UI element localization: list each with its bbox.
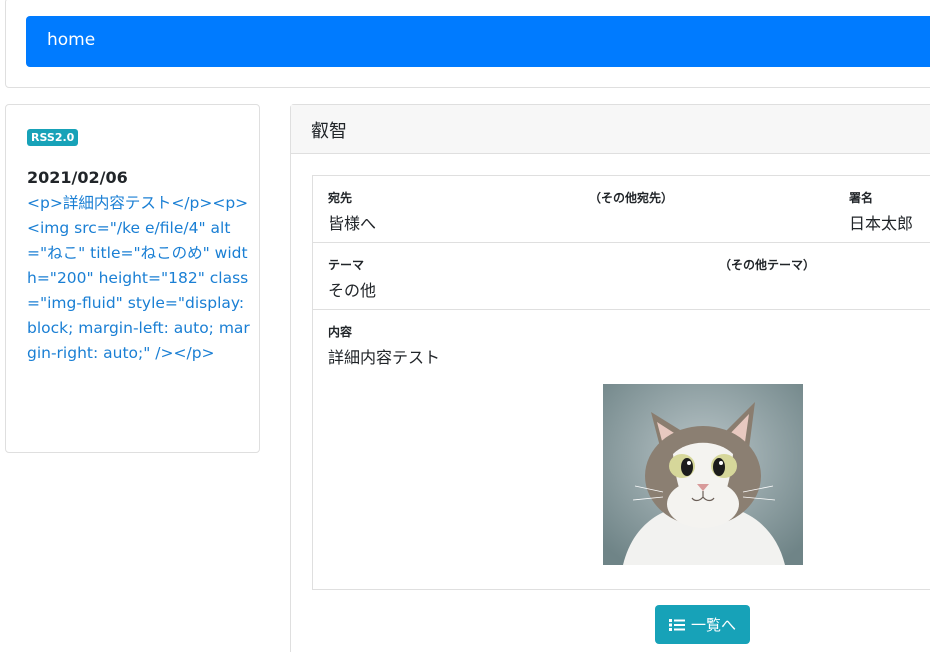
- detail-card-header: 叡智: [291, 105, 930, 154]
- detail-row-recipient: 宛先 皆様へ （その他宛先） 署名 日本太郎: [313, 176, 930, 243]
- content-label: 内容: [328, 325, 353, 339]
- detail-row-theme: テーマ その他 （その他テーマ）: [313, 243, 930, 310]
- nav-home-link[interactable]: home: [47, 30, 95, 50]
- other-to-label: （その他宛先）: [589, 191, 674, 205]
- cat-image: [603, 384, 803, 565]
- detail-row-content: 内容 詳細内容テスト: [313, 310, 930, 590]
- theme-label: テーマ: [328, 258, 365, 272]
- content-value: 詳細内容テスト: [328, 348, 441, 367]
- detail-card: 叡智 宛先 皆様へ （その他宛先） 署名 日本太郎 テーマ その他 （その他テー…: [290, 104, 930, 652]
- other-theme-label: （その他テーマ）: [719, 258, 816, 272]
- back-to-list-label: 一覧へ: [690, 616, 736, 634]
- to-label: 宛先: [328, 191, 353, 205]
- nav-bar: home: [26, 16, 930, 67]
- detail-table: 宛先 皆様へ （その他宛先） 署名 日本太郎 テーマ その他 （その他テーマ） …: [312, 175, 930, 590]
- to-value: 皆様へ: [328, 214, 377, 233]
- rss-entry-text: <p>詳細内容テスト</p><p><img src="/ke e/file/4"…: [27, 191, 252, 366]
- rss-entry-link[interactable]: <p>詳細内容テスト</p><p><img src="/ke e/file/4"…: [27, 194, 250, 362]
- sign-value: 日本太郎: [849, 214, 914, 233]
- rss-badge[interactable]: RSS2.0: [27, 129, 79, 146]
- cat-picture: [603, 384, 803, 565]
- back-to-list-button[interactable]: 一覧へ: [655, 605, 750, 644]
- rss-entry-date: 2021/02/06: [27, 168, 128, 187]
- sign-label: 署名: [849, 191, 874, 205]
- list-icon: [668, 618, 685, 632]
- theme-value: その他: [328, 281, 377, 300]
- rss-sidebar-card: RSS2.0 2021/02/06 <p>詳細内容テスト</p><p><img …: [5, 104, 260, 453]
